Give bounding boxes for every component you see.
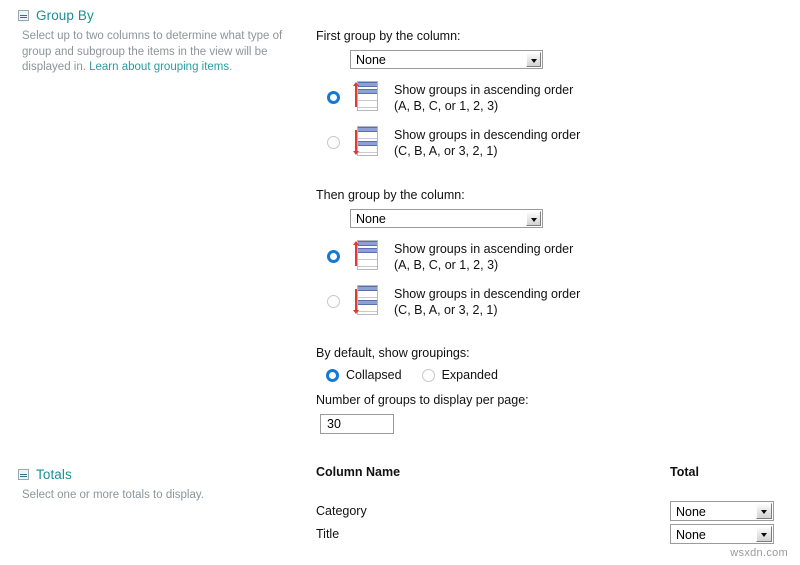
first-order-descending-row[interactable]: Show groups in descending order (C, B, A… — [316, 125, 800, 159]
totals-row-column-name: Title — [316, 527, 340, 541]
chevron-down-icon[interactable] — [526, 211, 541, 226]
then-group-by-label: Then group by the column: — [316, 188, 465, 202]
first-order-descending-radio-cell[interactable] — [316, 125, 350, 149]
totals-row-column-name: Category — [316, 504, 367, 518]
first-order-ascending-line1: Show groups in ascending order — [394, 83, 574, 97]
then-order-descending-row[interactable]: Show groups in descending order (C, B, A… — [316, 284, 800, 318]
learn-about-grouping-items-link[interactable]: Learn about grouping items — [89, 61, 229, 73]
expanded-option[interactable]: Expanded — [421, 368, 498, 382]
chevron-down-icon[interactable] — [526, 52, 541, 67]
arrow-down-icon — [352, 127, 359, 155]
then-order-ascending-row[interactable]: Show groups in ascending order (A, B, C,… — [316, 239, 800, 273]
groups-per-page-label: Number of groups to display per page: — [316, 393, 529, 407]
totals-row-total-cell: None — [670, 501, 774, 524]
group-by-heading: Group By — [18, 0, 300, 23]
then-order-ascending-line1: Show groups in ascending order — [394, 242, 574, 256]
then-order-ascending-line2: (A, B, C, or 1, 2, 3) — [394, 258, 499, 272]
arrow-up-icon — [352, 82, 359, 110]
chevron-down-icon[interactable] — [756, 526, 772, 542]
first-order-ascending-radio-cell[interactable] — [316, 80, 350, 104]
group-by-title: Group By — [36, 8, 94, 23]
view-settings-page: Group By Select up to two columns to det… — [0, 0, 800, 565]
totals-description: Select one or more totals to display. — [22, 489, 204, 501]
then-order-descending-icon-cell — [350, 284, 384, 315]
arrow-up-icon — [352, 241, 359, 269]
totals-row-total-cell: None — [670, 524, 774, 547]
table-row: Title None — [316, 524, 774, 547]
first-order-descending-radio[interactable] — [326, 136, 340, 149]
then-order-descending-line1: Show groups in descending order — [394, 287, 581, 301]
group-by-description-pane: Group By Select up to two columns to det… — [0, 0, 300, 76]
total-header: Total — [670, 465, 699, 479]
totals-heading: Totals — [18, 459, 300, 482]
then-group-by-value: None — [356, 212, 386, 226]
expanded-label: Expanded — [441, 368, 498, 382]
first-order-ascending-text: Show groups in ascending order (A, B, C,… — [384, 80, 573, 114]
sort-descending-icon — [350, 285, 378, 315]
group-by-description: Select up to two columns to determine wh… — [22, 29, 290, 76]
column-name-header: Column Name — [316, 465, 401, 479]
total-select-title[interactable]: None — [670, 524, 774, 544]
collapse-box-icon[interactable] — [18, 10, 29, 21]
first-group-by-value: None — [356, 53, 386, 67]
then-group-by-select[interactable]: None — [350, 209, 543, 228]
first-order-ascending-row[interactable]: Show groups in ascending order (A, B, C,… — [316, 80, 800, 114]
sort-icon-grid — [357, 81, 378, 111]
then-order-ascending-radio-cell[interactable] — [316, 239, 350, 263]
table-row: Category None — [316, 501, 774, 524]
totals-description-pane: Totals Select one or more totals to disp… — [0, 459, 300, 504]
then-order-descending-line2: (C, B, A, or 3, 2, 1) — [394, 303, 498, 317]
then-order-ascending-icon-cell — [350, 239, 384, 270]
first-group-by-select[interactable]: None — [350, 50, 543, 69]
sort-descending-icon — [350, 126, 378, 156]
then-order-descending-radio-cell[interactable] — [316, 284, 350, 308]
sort-ascending-icon — [350, 81, 378, 111]
group-by-description-period: . — [229, 61, 233, 73]
collapsed-option[interactable]: Collapsed — [326, 368, 402, 382]
expanded-radio[interactable] — [421, 368, 435, 382]
collapse-box-icon[interactable] — [18, 469, 29, 480]
watermark: wsxdn.com — [730, 547, 788, 559]
default-grouping-radio-group: Collapsed Expanded — [316, 368, 800, 382]
then-order-descending-text: Show groups in descending order (C, B, A… — [384, 284, 580, 318]
totals-form-pane: Column Name Total Category None Title No… — [300, 459, 800, 547]
collapsed-label: Collapsed — [346, 368, 402, 382]
chevron-down-icon[interactable] — [756, 503, 772, 519]
first-order-descending-icon-cell — [350, 125, 384, 156]
group-by-form-pane: First group by the column: None Show gro… — [300, 0, 800, 434]
totals-title: Totals — [36, 467, 72, 482]
then-order-descending-radio[interactable] — [326, 295, 340, 308]
sort-icon-grid — [357, 126, 378, 156]
first-order-descending-text: Show groups in descending order (C, B, A… — [384, 125, 580, 159]
then-order-ascending-radio[interactable] — [326, 250, 340, 263]
sort-icon-grid — [357, 240, 378, 270]
first-order-ascending-icon-cell — [350, 80, 384, 111]
then-order-ascending-text: Show groups in ascending order (A, B, C,… — [384, 239, 573, 273]
totals-header-row: Column Name Total — [316, 465, 774, 501]
totals-section: Totals Select one or more totals to disp… — [0, 459, 800, 547]
collapsed-radio[interactable] — [326, 368, 339, 382]
sort-ascending-icon — [350, 240, 378, 270]
first-group-by-label: First group by the column: — [316, 29, 461, 43]
first-order-ascending-line2: (A, B, C, or 1, 2, 3) — [394, 99, 499, 113]
first-order-ascending-radio[interactable] — [326, 91, 340, 104]
first-order-descending-line1: Show groups in descending order — [394, 128, 581, 142]
first-order-descending-line2: (C, B, A, or 3, 2, 1) — [394, 144, 498, 158]
group-by-section: Group By Select up to two columns to det… — [0, 0, 800, 434]
sort-icon-grid — [357, 285, 378, 315]
default-grouping-label: By default, show groupings: — [316, 346, 470, 360]
total-select-category[interactable]: None — [670, 501, 774, 521]
groups-per-page-input[interactable] — [320, 414, 394, 434]
arrow-down-icon — [352, 286, 359, 314]
totals-table: Column Name Total Category None Title No… — [316, 465, 774, 547]
